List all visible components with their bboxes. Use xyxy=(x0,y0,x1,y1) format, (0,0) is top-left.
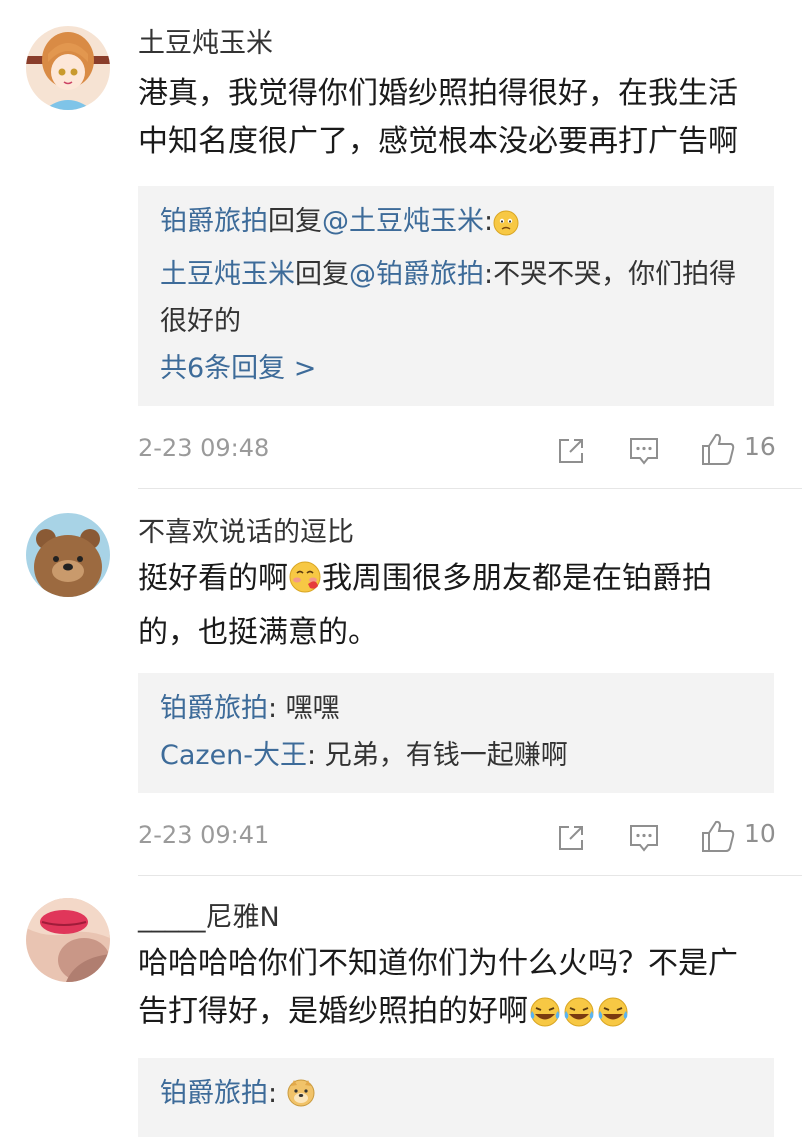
laugh-cry-emoji-icon xyxy=(528,994,562,1042)
avatar[interactable] xyxy=(26,898,110,982)
reply-verb: 回复 xyxy=(295,259,349,290)
comment-item: 不喜欢说话的逗比 挺好看的啊 我周围很多朋友都是在铂爵拍的，也挺满意的。 铂爵旅… xyxy=(0,489,802,876)
doge-emoji-icon xyxy=(286,1076,316,1123)
avatar[interactable] xyxy=(26,513,110,597)
reply-line: 铂爵旅拍: xyxy=(160,1070,752,1123)
reply-verb: 回复 xyxy=(268,206,322,237)
like-count: 10 xyxy=(744,819,776,848)
comment-text: 港真，我觉得你们婚纱照拍得很好，在我生活中知名度很广了，感觉根本没必要再打广告啊 xyxy=(138,76,738,159)
comment-text-part: 哈哈哈哈你们不知道你们为什么火吗？不是广告打得好，是婚纱照拍的好啊 xyxy=(138,946,738,1029)
reply-line: 铂爵旅拍: 嘿嘿 xyxy=(160,685,752,732)
reply-line: Cazen-大王: 兄弟，有钱一起赚啊 xyxy=(160,732,752,779)
comment-item: _____尼雅N 哈哈哈哈你们不知道你们为什么火吗？不是广告打得好，是婚纱照拍的… xyxy=(0,876,802,1137)
comment-username[interactable]: _____尼雅N xyxy=(138,900,802,936)
reply-author[interactable]: 铂爵旅拍 xyxy=(160,693,268,724)
like-count: 16 xyxy=(744,432,776,461)
avatar[interactable] xyxy=(26,26,110,110)
reply-box[interactable]: 铂爵旅拍: xyxy=(138,1058,774,1137)
like-icon[interactable] xyxy=(700,432,736,470)
share-icon[interactable] xyxy=(556,436,586,470)
comment-text: 挺好看的啊 我周围很多朋友都是在铂爵拍的，也挺满意的。 xyxy=(138,555,802,657)
reply-author[interactable]: 铂爵旅拍 xyxy=(160,206,268,237)
comment-meta: 2-23 09:48 16 xyxy=(138,418,802,489)
reply-author[interactable]: 土豆炖玉米 xyxy=(160,259,295,290)
reply-line: 铂爵旅拍回复@土豆炖玉米: xyxy=(160,198,752,251)
reply-colon: : xyxy=(484,206,494,237)
reply-text: : 兄弟，有钱一起赚啊 xyxy=(307,740,568,771)
comment-text-part: 挺好看的啊 xyxy=(138,561,288,596)
comment-timestamp: 2-23 09:48 xyxy=(138,434,270,462)
laugh-cry-emoji-icon xyxy=(596,994,630,1042)
reply-text: : 嘿嘿 xyxy=(268,693,340,724)
reply-line: 土豆炖玉米回复@铂爵旅拍:不哭不哭，你们拍得很好的 xyxy=(160,251,752,345)
reply-target[interactable]: @土豆炖玉米 xyxy=(322,206,484,237)
like-icon[interactable] xyxy=(700,819,736,857)
comment-timestamp: 2-23 09:41 xyxy=(138,821,270,849)
reply-author[interactable]: 铂爵旅拍 xyxy=(160,1078,268,1109)
blush-emoji-icon xyxy=(288,560,322,609)
reply-text: : xyxy=(268,1078,286,1109)
share-icon[interactable] xyxy=(556,823,586,857)
comment-icon[interactable] xyxy=(628,823,660,857)
reply-target[interactable]: @铂爵旅拍 xyxy=(349,259,484,290)
comment-username[interactable]: 土豆炖玉米 xyxy=(138,26,802,62)
comment-item: 土豆炖玉米 港真，我觉得你们婚纱照拍得很好，在我生活中知名度很广了，感觉根本没必… xyxy=(0,0,802,489)
sad-face-emoji-icon xyxy=(493,204,519,251)
reply-box[interactable]: 铂爵旅拍回复@土豆炖玉米: 土豆炖玉米回复@铂爵旅拍:不哭不哭，你们拍得很好的 … xyxy=(138,186,774,406)
more-replies-link[interactable]: 共6条回复 > xyxy=(160,345,752,392)
comment-text: 哈哈哈哈你们不知道你们为什么火吗？不是广告打得好，是婚纱照拍的好啊 xyxy=(138,940,802,1042)
laugh-cry-emoji-icon xyxy=(562,994,596,1042)
comment-username[interactable]: 不喜欢说话的逗比 xyxy=(138,515,802,551)
comment-meta: 2-23 09:41 10 xyxy=(138,805,802,876)
reply-author[interactable]: Cazen-大王 xyxy=(160,740,307,771)
reply-box[interactable]: 铂爵旅拍: 嘿嘿 Cazen-大王: 兄弟，有钱一起赚啊 xyxy=(138,673,774,793)
comment-icon[interactable] xyxy=(628,436,660,470)
reply-colon: : xyxy=(484,259,494,290)
